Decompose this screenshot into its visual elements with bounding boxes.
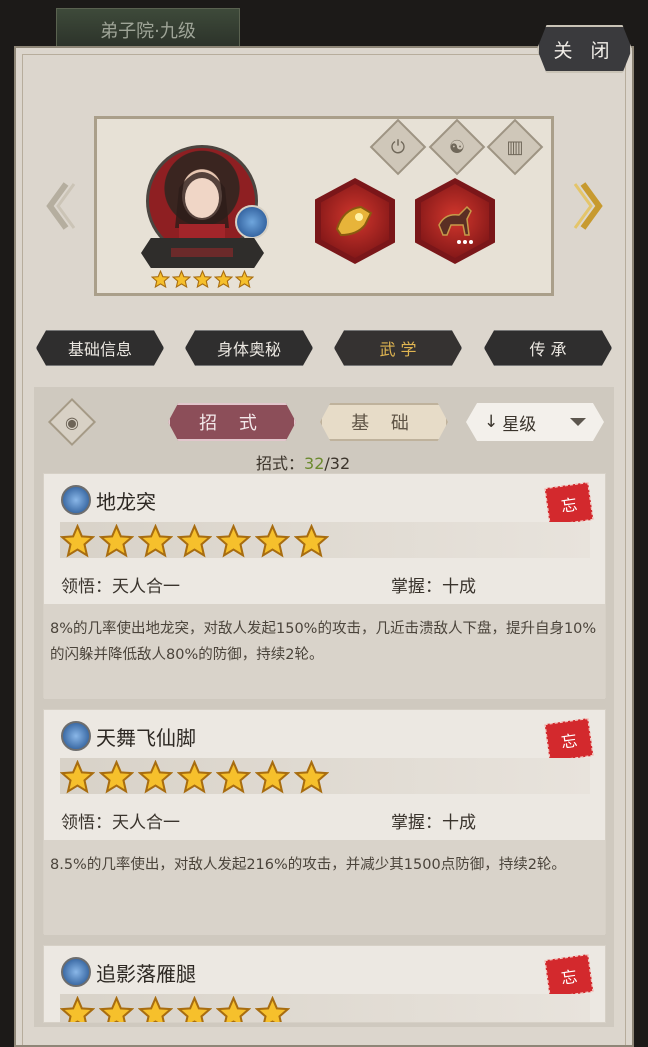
next-arrow-icon[interactable] <box>573 180 609 232</box>
hero-name-plate <box>141 238 264 268</box>
star-icon <box>255 996 290 1022</box>
close-button[interactable]: 关 闭 <box>537 25 632 73</box>
tab-inheritance[interactable]: 传 承 <box>484 330 612 366</box>
star-icon <box>216 996 251 1022</box>
tab-moves[interactable]: 招 式 <box>168 403 296 441</box>
chevron-down-icon <box>570 418 586 426</box>
tab-basics[interactable]: 基 础 <box>320 403 448 441</box>
star-icon <box>214 270 233 289</box>
moves-count-total: /32 <box>324 454 351 473</box>
skill-star-rating <box>60 996 290 1022</box>
previous-arrow-icon[interactable] <box>40 180 76 232</box>
comprehension-value: 天人合一 <box>112 813 180 833</box>
moves-count-current: 32 <box>304 454 325 473</box>
moves-count: 招式：32/32 <box>256 450 350 474</box>
mastery-row: 掌握：十成 <box>391 572 476 597</box>
star-icon <box>172 270 191 289</box>
skill-icon <box>61 957 91 987</box>
skill-star-rating <box>60 524 329 559</box>
star-icon <box>138 760 173 794</box>
tab-basic-info-label: 基础信息 <box>67 340 132 359</box>
comprehension-row: 领悟：天人合一 <box>61 572 180 597</box>
skill-name: 地龙突 <box>96 490 156 514</box>
comprehension-value: 天人合一 <box>112 577 180 597</box>
star-icon <box>60 996 95 1022</box>
star-icon <box>99 760 134 794</box>
star-icon <box>60 524 95 558</box>
power-icon: ⏻ <box>390 136 406 158</box>
tab-martial-arts-label: 武 学 <box>379 340 417 359</box>
skill-icon <box>61 485 91 515</box>
close-button-label: 关 闭 <box>553 39 616 62</box>
tab-martial-arts[interactable]: 武 学 <box>334 330 462 366</box>
forget-label: 忘 <box>559 966 579 989</box>
skill-card[interactable]: 追影落雁腿 忘 <box>43 945 606 1023</box>
hero-star-rating <box>151 270 254 289</box>
star-icon <box>177 760 212 794</box>
star-icon <box>151 270 170 289</box>
sort-label: 星级 <box>502 414 537 435</box>
star-icon <box>255 524 290 558</box>
skill-description: 8.5%的几率使出，对敌人发起216%的攻击，并减少其1500点防御，持续2轮。 <box>44 840 605 935</box>
mastery-value: 十成 <box>442 577 476 597</box>
sort-arrow-icon: ↓ <box>484 412 499 432</box>
tab-moves-label: 招 式 <box>199 413 265 434</box>
tab-body-secrets[interactable]: 身体奥秘 <box>185 330 313 366</box>
forget-skill-button[interactable]: 忘 <box>544 718 594 762</box>
skill-star-rating <box>60 760 329 795</box>
tab-body-secrets-label: 身体奥秘 <box>216 340 281 359</box>
top-tab-label: 弟子院·九级 <box>100 21 196 42</box>
horse-icon <box>438 205 473 244</box>
skill-name: 追影落雁腿 <box>96 962 196 986</box>
star-icon <box>216 524 251 558</box>
skill-description: 8%的几率使出地龙突，对敌人发起150%的攻击，几近击溃敌人下盘，提升自身10%… <box>44 604 605 699</box>
skill-card[interactable]: 地龙突 忘 领悟：天人合一 掌握：十成 8%的几率使出地龙突，对敌人发起150%… <box>43 473 606 699</box>
skill-type-badge-icon <box>235 205 269 239</box>
hero-name-redacted <box>171 248 233 257</box>
forget-label: 忘 <box>559 494 579 517</box>
tab-basics-label: 基 础 <box>351 413 417 434</box>
comprehension-label: 领悟： <box>61 813 112 833</box>
comprehension-row: 领悟：天人合一 <box>61 808 180 833</box>
yin-yang-icon: ☯ <box>448 136 466 158</box>
eye-icon: ◉ <box>65 412 79 432</box>
star-icon <box>294 760 329 794</box>
moves-count-label: 招式： <box>256 454 305 473</box>
star-icon <box>216 760 251 794</box>
star-icon <box>177 524 212 558</box>
star-icon <box>99 524 134 558</box>
tab-basic-info[interactable]: 基础信息 <box>36 330 164 366</box>
mastery-label: 掌握： <box>391 813 442 833</box>
forget-label: 忘 <box>559 730 579 753</box>
star-icon <box>193 270 212 289</box>
dragon-gauntlet-icon <box>335 205 373 237</box>
forget-skill-button[interactable]: 忘 <box>544 482 594 526</box>
skill-icon <box>61 721 91 751</box>
mastery-row: 掌握：十成 <box>391 808 476 833</box>
star-icon <box>138 524 173 558</box>
star-icon <box>99 996 134 1022</box>
skill-name: 天舞飞仙脚 <box>96 726 196 750</box>
mastery-value: 十成 <box>442 813 476 833</box>
star-icon <box>235 270 254 289</box>
star-icon <box>255 760 290 794</box>
forget-skill-button[interactable]: 忘 <box>544 954 594 998</box>
tab-inheritance-label: 传 承 <box>529 340 567 359</box>
star-icon <box>138 996 173 1022</box>
mastery-label: 掌握： <box>391 577 442 597</box>
star-icon <box>60 760 95 794</box>
star-icon <box>177 996 212 1022</box>
comprehension-label: 领悟： <box>61 577 112 597</box>
skill-card[interactable]: 天舞飞仙脚 忘 领悟：天人合一 掌握：十成 8.5%的几率使出，对敌人发起216… <box>43 709 606 935</box>
star-icon <box>294 524 329 558</box>
sort-dropdown[interactable]: ↓ 星级 <box>466 403 604 441</box>
book-icon: ▥ <box>506 136 524 158</box>
